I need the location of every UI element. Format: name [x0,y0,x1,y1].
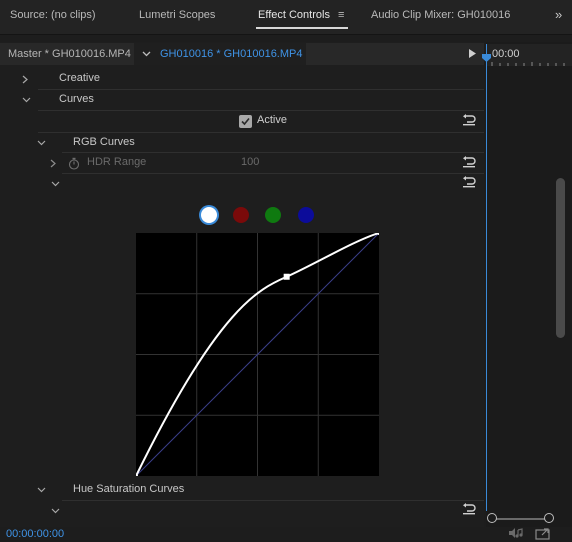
channel-green-swatch[interactable] [265,207,281,223]
hue-sat-expander-row [0,501,484,522]
creative-section-row[interactable]: Creative [0,69,484,90]
active-label: Active [257,114,287,126]
curve-canvas[interactable] [136,233,379,476]
active-row: Active [0,111,484,132]
active-checkbox[interactable] [239,115,252,128]
chevron-down-icon [37,487,46,493]
panel-menu-icon[interactable]: ≡ [338,9,344,21]
chevron-down-icon [142,51,151,57]
reset-icon[interactable] [462,176,476,188]
export-icon[interactable] [535,527,551,540]
stopwatch-icon[interactable] [68,157,80,170]
clip-name-label: GH010016 * GH010016.MP4 [160,48,303,60]
hdr-range-value[interactable]: 100 [241,156,259,168]
rgb-curves-row[interactable]: RGB Curves [0,133,484,154]
zoom-handle-left[interactable] [487,513,497,523]
hue-saturation-curves-label: Hue Saturation Curves [73,483,185,495]
channel-red-swatch[interactable] [233,207,249,223]
zoom-track [492,518,550,520]
hue-saturation-curves-row[interactable]: Hue Saturation Curves [0,480,484,501]
curves-section-row[interactable]: Curves [0,90,484,111]
checkmark-icon [241,117,250,126]
status-bar: 00:00:00:00 [0,527,572,542]
tab-audio-clip-mixer[interactable]: Audio Clip Mixer: GH010016 [371,9,510,21]
chevron-down-icon [22,97,31,103]
curves-label: Curves [59,93,94,105]
creative-label: Creative [59,72,100,84]
curve-expander-row [0,174,484,195]
ruler-ticks [491,62,565,66]
reset-icon[interactable] [462,156,476,168]
channel-blue-swatch[interactable] [298,207,314,223]
rgb-curve-graph[interactable] [136,233,379,476]
vertical-scrollbar[interactable] [556,178,565,338]
hdr-range-row: HDR Range 100 [0,153,484,174]
master-clip-label[interactable]: Master * GH010016.MP4 [8,48,131,60]
chevron-down-icon [37,140,46,146]
hdr-range-label: HDR Range [87,156,147,168]
current-timecode[interactable]: 00:00:00:00 [6,528,64,540]
chevron-right-icon[interactable] [50,159,56,168]
play-only-clip-icon[interactable] [469,49,476,58]
tab-lumetri-scopes[interactable]: Lumetri Scopes [139,9,215,21]
overflow-chevron-icon[interactable]: » [555,7,562,22]
clip-dropdown[interactable]: GH010016 * GH010016.MP4 [134,43,306,65]
reset-icon[interactable] [462,503,476,515]
panel-tab-bar: Source: (no clips) Lumetri Scopes Effect… [0,0,572,35]
rgb-curves-label: RGB Curves [73,136,135,148]
chevron-down-icon[interactable] [51,508,60,514]
tab-source[interactable]: Source: (no clips) [10,9,96,21]
playhead-marker-icon[interactable] [482,54,491,62]
chevron-down-icon[interactable] [51,181,60,187]
timeline-zoom-scrollbar[interactable] [486,512,572,526]
time-ruler[interactable]: 00:00 [486,44,572,66]
audio-scrub-icon[interactable] [509,527,523,539]
clip-selector-bar: Master * GH010016.MP4 GH010016 * GH01001… [0,43,484,65]
chevron-right-icon [22,75,28,84]
channel-white-swatch[interactable] [201,207,217,223]
playhead-line[interactable] [486,44,487,511]
tab-effect-controls[interactable]: Effect Controls [258,9,330,21]
reset-icon[interactable] [462,114,476,126]
zoom-handle-right[interactable] [544,513,554,523]
active-tab-indicator [256,27,348,29]
curve-control-point[interactable] [283,273,290,280]
